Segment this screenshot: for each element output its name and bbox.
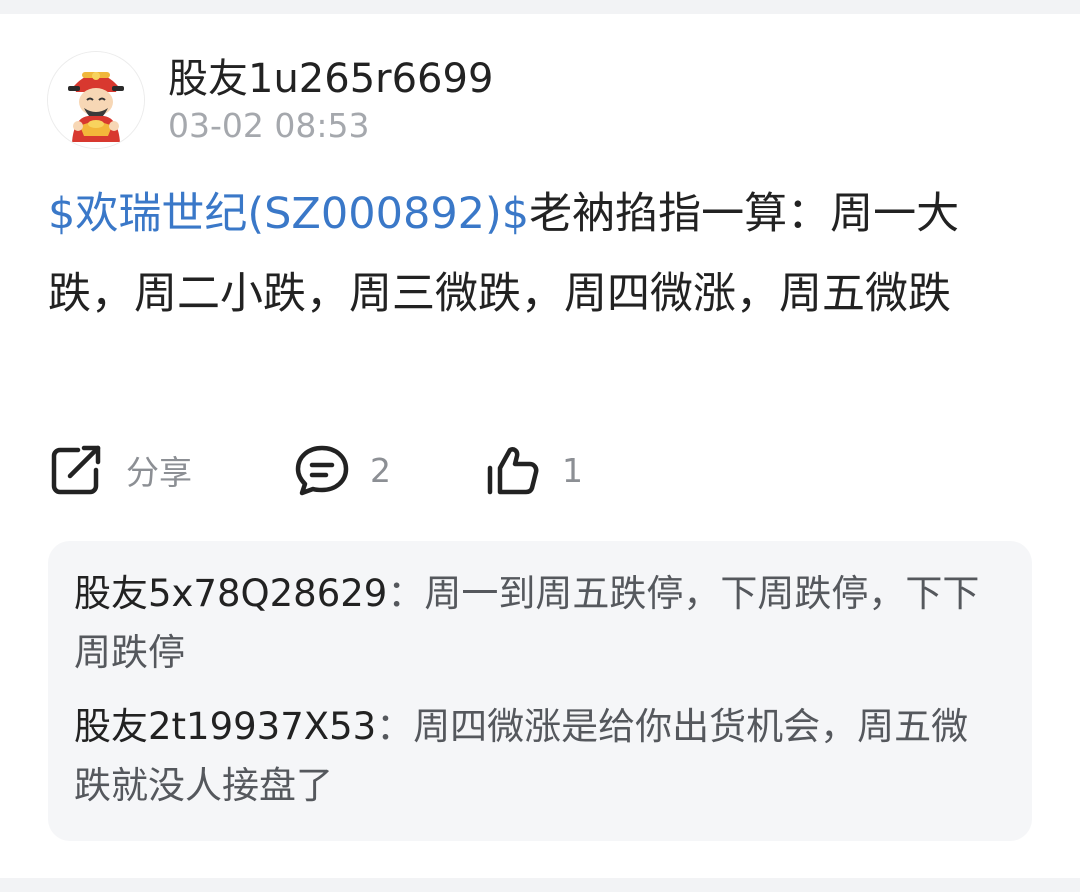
comment-separator: ：: [387, 572, 425, 615]
avatar[interactable]: [48, 52, 144, 148]
post-card: 股友1u265r6699 03-02 08:53 $欢瑞世纪(SZ000892)…: [0, 14, 1080, 878]
post-content: $欢瑞世纪(SZ000892)$老衲掐指一算：周一大跌，周二小跌，周三微跌，周四…: [48, 174, 1038, 334]
comment-button[interactable]: 2: [294, 439, 391, 501]
stock-tag-link[interactable]: $欢瑞世纪(SZ000892)$: [48, 189, 529, 239]
caishen-avatar-icon: [48, 52, 144, 148]
comment-author[interactable]: 股友5x78Q28629: [74, 572, 387, 615]
thumbs-up-icon: [487, 447, 539, 495]
share-button[interactable]: 分享: [48, 439, 192, 501]
comment-author[interactable]: 股友2t19937X53: [74, 705, 376, 748]
comment-item: 股友5x78Q28629：周一到周五跌停，下周跌停，下下周跌停: [74, 564, 1004, 682]
like-count: 1: [562, 450, 583, 490]
comment-count: 2: [370, 450, 391, 490]
share-icon: [51, 445, 101, 495]
like-button[interactable]: 1: [484, 439, 583, 501]
post-timestamp: 03-02 08:53: [168, 106, 370, 145]
post-author-name[interactable]: 股友1u265r6699: [168, 54, 493, 104]
comment-item: 股友2t19937X53：周四微涨是给你出货机会，周五微跌就没人接盘了: [74, 697, 1004, 815]
comment-separator: ：: [376, 705, 414, 748]
share-label: 分享: [126, 453, 192, 492]
comment-icon: [295, 445, 349, 496]
comments-preview[interactable]: 股友5x78Q28629：周一到周五跌停，下周跌停，下下周跌停 股友2t1993…: [48, 541, 1032, 841]
